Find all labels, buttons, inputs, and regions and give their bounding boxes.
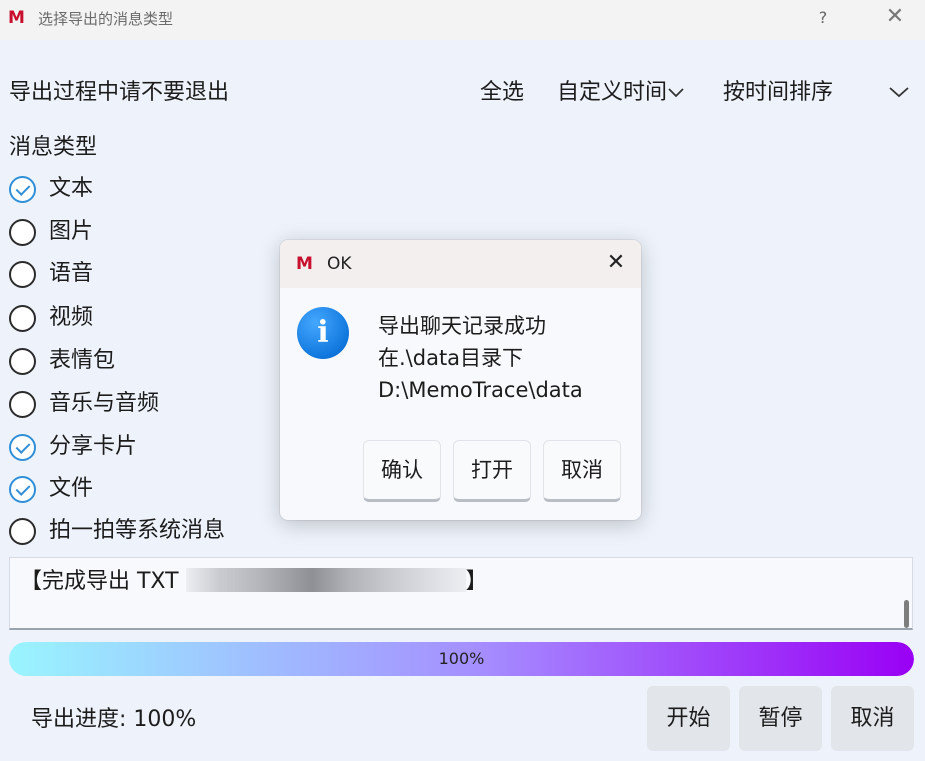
dialog-open-button[interactable]: 打开 xyxy=(453,440,531,502)
message-types-title: 消息类型 xyxy=(9,135,98,160)
checkbox[interactable] xyxy=(9,517,36,545)
app-logo-icon: M xyxy=(296,254,313,274)
export-notice: 导出过程中请不要退出 xyxy=(9,80,230,105)
log-suffix: 】 xyxy=(465,569,488,594)
export-log[interactable]: 【完成导出 TXT 】 xyxy=(9,557,913,630)
custom-time-dropdown[interactable]: 自定义时间 xyxy=(557,79,685,108)
checkbox[interactable] xyxy=(9,175,36,203)
checkbox[interactable] xyxy=(9,390,36,418)
sort-order-label: 按时间排序 xyxy=(723,80,834,105)
option-label: 表情包 xyxy=(49,348,116,373)
option-label: 拍一拍等系统消息 xyxy=(49,518,226,543)
dialog-close-button[interactable]: ✕ xyxy=(602,249,630,277)
progress-text: 100% xyxy=(438,649,485,668)
redacted-text xyxy=(185,568,466,592)
sort-order-dropdown[interactable]: 按时间排序 xyxy=(723,79,833,107)
cancel-button[interactable]: 取消 xyxy=(831,686,914,751)
checkbox[interactable] xyxy=(9,475,36,503)
pause-button[interactable]: 暂停 xyxy=(739,686,822,751)
title-bar: M 选择导出的消息类型 ? ✕ xyxy=(0,0,925,40)
message-type-voice[interactable]: 语音 xyxy=(9,259,93,289)
option-label: 文件 xyxy=(49,476,94,501)
message-type-sticker[interactable]: 表情包 xyxy=(9,346,115,376)
success-dialog: M OK ✕ i 导出聊天记录成功 在.\data目录下 D:\MemoTrac… xyxy=(280,240,641,520)
checkbox[interactable] xyxy=(9,433,36,461)
message-type-share-card[interactable]: 分享卡片 xyxy=(9,432,137,462)
option-label: 文本 xyxy=(49,176,94,201)
message-type-system[interactable]: 拍一拍等系统消息 xyxy=(9,516,225,546)
app-logo-icon: M xyxy=(8,8,25,28)
message-type-image[interactable]: 图片 xyxy=(9,217,93,247)
message-type-audio[interactable]: 音乐与音频 xyxy=(9,389,159,419)
info-icon: i xyxy=(297,307,349,359)
message-type-video[interactable]: 视频 xyxy=(9,303,93,333)
option-label: 语音 xyxy=(49,261,94,286)
checkbox[interactable] xyxy=(9,304,36,332)
message-type-text[interactable]: 文本 xyxy=(9,174,93,204)
log-line: 【完成导出 TXT 】 xyxy=(20,568,488,596)
help-button[interactable]: ? xyxy=(812,7,834,29)
select-all-button[interactable]: 全选 xyxy=(480,79,524,107)
checkbox[interactable] xyxy=(9,218,36,246)
export-progress-bar: 100% xyxy=(9,642,914,676)
export-progress-label: 导出进度: 100% xyxy=(31,707,197,732)
log-prefix: 【完成导出 TXT xyxy=(20,569,186,594)
option-label: 图片 xyxy=(49,219,94,244)
checkbox[interactable] xyxy=(9,347,36,375)
dialog-title: OK xyxy=(327,254,352,274)
window-close-button[interactable]: ✕ xyxy=(880,4,910,30)
option-label: 视频 xyxy=(49,305,94,330)
dialog-cancel-button[interactable]: 取消 xyxy=(543,440,621,502)
chevron-down-icon[interactable] xyxy=(888,79,910,107)
log-scrollbar[interactable] xyxy=(904,600,909,628)
window-title: 选择导出的消息类型 xyxy=(38,10,174,28)
option-label: 分享卡片 xyxy=(49,434,138,459)
dialog-message-line: 导出聊天记录成功 xyxy=(378,314,546,338)
chevron-down-icon xyxy=(667,80,685,108)
checkbox[interactable] xyxy=(9,260,36,288)
message-type-file[interactable]: 文件 xyxy=(9,474,93,504)
dialog-message-line: 在.\data目录下 xyxy=(378,346,524,370)
custom-time-label: 自定义时间 xyxy=(557,80,668,105)
dialog-title-bar: M OK ✕ xyxy=(280,240,641,288)
start-button[interactable]: 开始 xyxy=(647,686,730,751)
option-label: 音乐与音频 xyxy=(49,391,160,416)
dialog-confirm-button[interactable]: 确认 xyxy=(363,440,441,502)
dialog-message-path: D:\MemoTrace\data xyxy=(378,378,583,402)
